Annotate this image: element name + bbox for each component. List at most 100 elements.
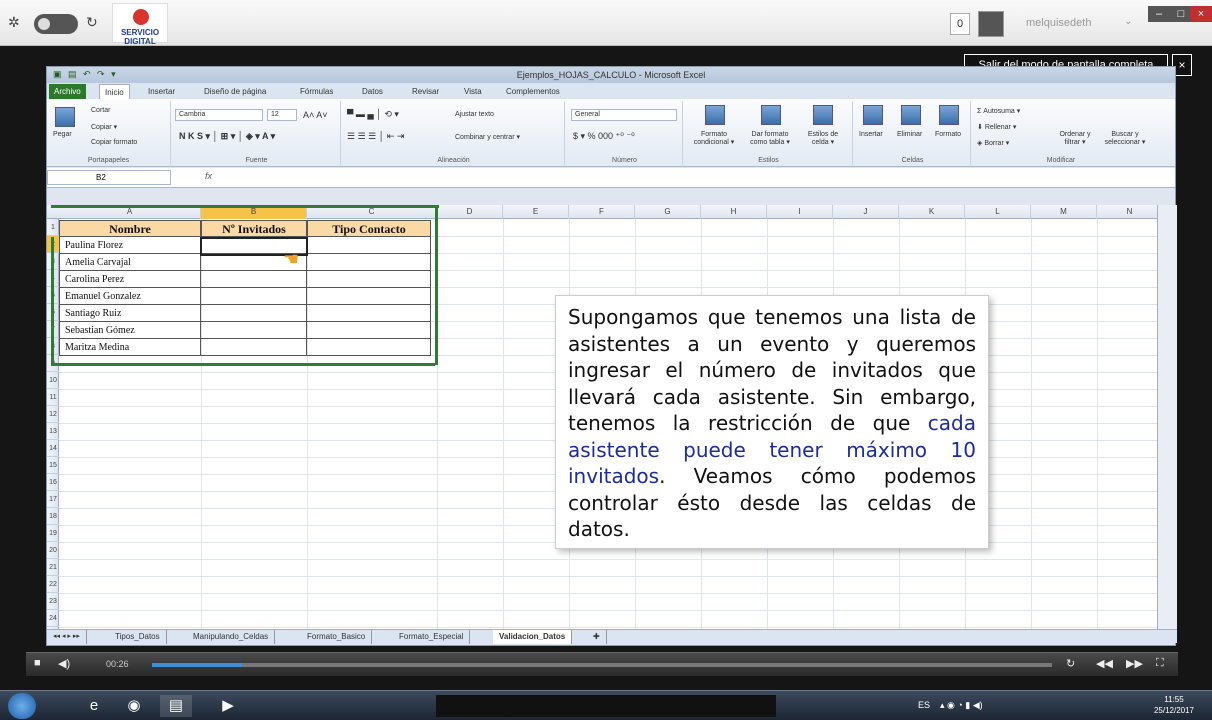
language-indicator[interactable]: ES xyxy=(918,700,930,710)
gear-icon[interactable]: ✲ xyxy=(8,14,20,31)
row-header[interactable]: 17 xyxy=(47,491,59,508)
vertical-align-icon[interactable]: ▀ ▬ ▄ │ ⟲ ▾ xyxy=(347,109,399,120)
cell-nombre[interactable]: Paulina Florez xyxy=(59,237,201,254)
autosum-button[interactable]: Σ Autosuma ▾ xyxy=(977,107,1020,115)
merge-center-button[interactable]: Combinar y centrar ▾ xyxy=(455,133,520,141)
notification-badge[interactable]: 0 xyxy=(950,13,970,35)
row-header[interactable]: 12 xyxy=(47,406,59,423)
cell-nombre[interactable]: Carolina Perez xyxy=(59,271,201,288)
tab-complementos[interactable]: Complementos xyxy=(501,84,565,99)
function-icon[interactable]: fx xyxy=(175,170,241,185)
row-header[interactable]: 19 xyxy=(47,525,59,542)
cell-invitados[interactable] xyxy=(201,305,307,322)
format-icon[interactable] xyxy=(939,105,959,125)
taskbar-thumbnail[interactable] xyxy=(436,695,776,717)
forward-icon[interactable]: ▶▶ xyxy=(1126,657,1143,670)
paste-icon[interactable] xyxy=(55,107,75,127)
avatar[interactable] xyxy=(978,11,1004,37)
tab-datos[interactable]: Datos xyxy=(357,84,388,99)
clear-button[interactable]: ◈ Borrar ▾ xyxy=(977,139,1009,147)
volume-icon[interactable]: ◀) xyxy=(58,657,70,670)
row-header[interactable]: 16 xyxy=(47,474,59,491)
row-header[interactable]: 10 xyxy=(47,372,59,389)
name-box[interactable]: B2 xyxy=(47,170,171,185)
row-header[interactable]: 13 xyxy=(47,423,59,440)
tab-diseno[interactable]: Diseño de página xyxy=(199,84,271,99)
column-header[interactable]: I xyxy=(767,205,833,219)
number-format-select[interactable]: General xyxy=(571,109,677,121)
number-format-icons[interactable]: $ ▾ % 000 ⁺⁰ ⁻⁰ xyxy=(573,131,635,142)
cell-tipo-contacto[interactable] xyxy=(307,237,431,254)
fill-button[interactable]: ⬇ Rellenar ▾ xyxy=(977,123,1016,131)
maximize-icon[interactable]: □ xyxy=(1170,6,1192,22)
cell-styles-icon[interactable] xyxy=(813,105,833,125)
tab-inicio[interactable]: Inicio xyxy=(99,84,130,99)
media-icon[interactable]: ▶ xyxy=(212,695,244,717)
cell-styles-button[interactable]: Estilos de celda ▾ xyxy=(799,131,847,146)
column-header[interactable]: D xyxy=(437,205,503,219)
tab-formulas[interactable]: Fórmulas xyxy=(295,84,338,99)
row-header[interactable]: 1 xyxy=(47,219,59,236)
minimize-icon[interactable]: – xyxy=(1148,6,1170,22)
column-header[interactable]: N xyxy=(1097,205,1157,219)
new-sheet-icon[interactable]: ✚ xyxy=(587,630,607,644)
row-header[interactable]: 18 xyxy=(47,508,59,525)
sheet-tab-active[interactable]: Validacion_Datos xyxy=(493,630,573,644)
quick-access-toolbar[interactable]: ▣ ▤ ↶ ↷ ▾ xyxy=(53,69,118,80)
column-header[interactable]: M xyxy=(1031,205,1097,219)
tab-vista[interactable]: Vista xyxy=(459,84,487,99)
paste-button[interactable]: Pegar xyxy=(53,131,72,138)
table-header[interactable]: Tipo Contacto xyxy=(307,220,431,237)
format-painter-button[interactable]: Copiar formato xyxy=(91,139,137,146)
cell-tipo-contacto[interactable] xyxy=(307,339,431,356)
format-button[interactable]: Formato xyxy=(935,131,961,138)
conditional-format-icon[interactable] xyxy=(705,105,725,125)
cell-tipo-contacto[interactable] xyxy=(307,305,431,322)
cell-tipo-contacto[interactable] xyxy=(307,254,431,271)
conditional-format-button[interactable]: Formato condicional ▾ xyxy=(687,131,741,146)
find-select-button[interactable]: Buscar y seleccionar ▾ xyxy=(1101,131,1149,146)
sheet-tab[interactable]: Manipulando_Celdas xyxy=(187,630,276,644)
sheet-tab[interactable]: Formato_Basico xyxy=(301,630,373,644)
replay-icon[interactable]: ↻ xyxy=(1066,657,1075,670)
column-header[interactable]: J xyxy=(833,205,899,219)
row-header[interactable]: 22 xyxy=(47,576,59,593)
column-header[interactable]: K xyxy=(899,205,965,219)
grow-font-icon[interactable]: A˄ A˅ xyxy=(303,110,328,120)
sheet-nav-icon[interactable]: ◂◂ ◂ ▸ ▸▸ xyxy=(47,630,87,644)
explorer-icon[interactable]: ▤ xyxy=(160,695,192,717)
rewind-icon[interactable]: ◀◀ xyxy=(1096,657,1113,670)
row-header[interactable]: 21 xyxy=(47,559,59,576)
progress-track[interactable] xyxy=(152,663,1052,667)
row-header[interactable]: 20 xyxy=(47,542,59,559)
tab-archivo[interactable]: Archivo xyxy=(49,84,86,99)
column-header[interactable]: F xyxy=(569,205,635,219)
tab-insertar[interactable]: Insertar xyxy=(143,84,180,99)
row-header[interactable]: 23 xyxy=(47,593,59,610)
row-header[interactable]: 11 xyxy=(47,389,59,406)
insert-icon[interactable] xyxy=(863,105,883,125)
sheet-tab[interactable]: Formato_Especial xyxy=(393,630,471,644)
cell-tipo-contacto[interactable] xyxy=(307,271,431,288)
fullscreen-icon[interactable]: ⛶ xyxy=(1156,657,1164,670)
column-header[interactable]: L xyxy=(965,205,1031,219)
tab-revisar[interactable]: Revisar xyxy=(407,84,444,99)
row-header[interactable]: 24 xyxy=(47,610,59,627)
format-as-table-button[interactable]: Dar formato como tabla ▾ xyxy=(743,131,797,146)
row-header[interactable]: 14 xyxy=(47,440,59,457)
insert-button[interactable]: Insertar xyxy=(859,131,883,138)
tray-icons[interactable]: ▴ ◉ ◔ ▮ ◀) xyxy=(940,700,983,711)
cell-nombre[interactable]: Maritza Medina xyxy=(59,339,201,356)
font-name-select[interactable]: Cambria xyxy=(175,109,263,121)
wrap-text-button[interactable]: Ajustar texto xyxy=(455,111,494,118)
format-table-icon[interactable] xyxy=(761,105,781,125)
horizontal-align-icon[interactable]: ☰ ☰ ☰ │ ⇤ ⇥ xyxy=(347,131,404,142)
cell-invitados[interactable] xyxy=(201,339,307,356)
chevron-down-icon[interactable]: ⌄ xyxy=(1124,16,1132,27)
refresh-icon[interactable]: ↻ xyxy=(86,14,98,31)
cell-nombre[interactable]: Santiago Ruiz xyxy=(59,305,201,322)
start-button[interactable] xyxy=(8,693,36,719)
delete-button[interactable]: Eliminar xyxy=(897,131,922,138)
sort-filter-button[interactable]: Ordenar y filtrar ▾ xyxy=(1053,131,1097,146)
site-logo[interactable]: SERVICIO DIGITAL xyxy=(112,3,168,46)
